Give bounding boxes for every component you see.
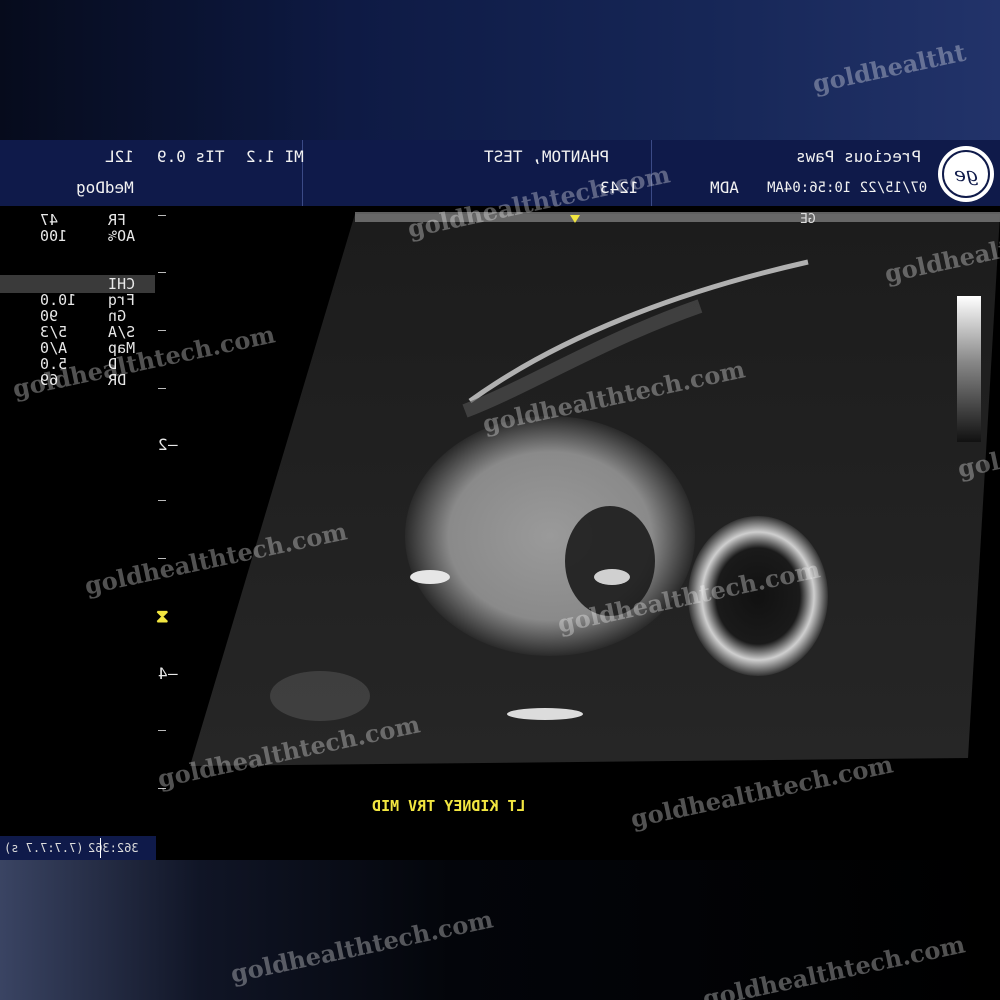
depth-tick [158, 500, 166, 501]
operator-label: ADM [710, 178, 739, 197]
frame-counter: 362:362 [88, 841, 139, 855]
depth-tick [158, 215, 166, 216]
param-row: 100 AO% [40, 227, 136, 245]
kidney-cortex [405, 416, 695, 656]
bright-echo [594, 569, 630, 585]
logo-monogram-icon: ge [942, 150, 990, 198]
depth-label: 4– [158, 664, 178, 683]
param-row: CHI [108, 275, 136, 293]
param-row: 90 Gn [40, 307, 127, 325]
institution-name: Precious Paws [796, 147, 922, 166]
manufacturer-logo: ge [938, 146, 994, 202]
probe-orientation-marker [570, 215, 580, 223]
bright-echo [507, 708, 583, 720]
depth-tick [158, 330, 166, 331]
cine-duration: (7.7:7.7 s) [4, 841, 84, 855]
ultrasound-screen: 12L TIs 0.9 MI 1.2 MedDog PHANTOM, TEST … [0, 0, 1000, 1000]
bright-echo [410, 570, 450, 584]
grayscale-bar [957, 296, 981, 442]
cine-cursor [100, 838, 101, 858]
transducer-label: 12L [105, 147, 134, 166]
image-annotation: LT KIDNEY TRV MID [372, 797, 526, 815]
depth-tick [158, 730, 166, 731]
param-row: 10.0 Frq [40, 291, 136, 309]
cine-status: (7.7:7.7 s) 362:362 [0, 836, 156, 860]
depth-label: 2– [158, 435, 178, 454]
mi-label: MI 1.2 [246, 147, 304, 166]
param-row: 5/3 S/A [40, 323, 136, 341]
depth-tick [158, 272, 166, 273]
probe-id-label: GE [800, 212, 816, 227]
exam-datetime: 07/15/22 10:56:04AM [767, 180, 928, 196]
param-row: 47 FR [40, 211, 127, 229]
depth-tick [158, 388, 166, 389]
soft-tissue-echo [270, 671, 370, 721]
patient-name: PHANTOM, TEST [484, 147, 610, 166]
focal-zone-marker: ⧗ [156, 606, 169, 627]
tis-label: TIs 0.9 [157, 147, 225, 166]
preset-label: MedDog [76, 178, 134, 197]
